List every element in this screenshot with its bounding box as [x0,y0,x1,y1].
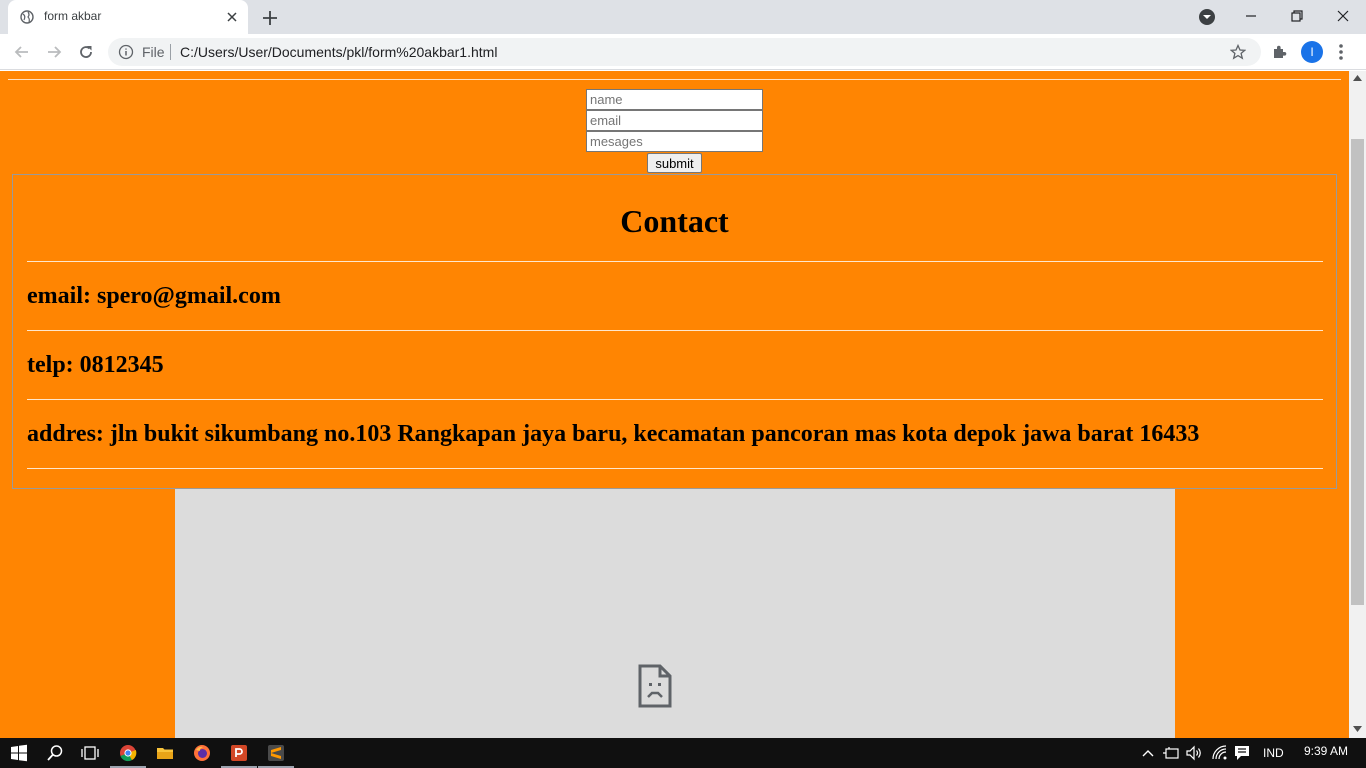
powerpoint-icon[interactable] [230,744,248,762]
message-input[interactable] [586,131,763,152]
restore-icon[interactable] [1287,6,1307,26]
horizontal-rule [27,330,1323,331]
new-tab-icon[interactable] [260,8,280,28]
vertical-scrollbar[interactable] [1349,71,1366,738]
embedded-frame-error [175,489,1175,738]
back-icon[interactable] [12,42,32,62]
contact-address: addres: jln bukit sikumbang no.103 Rangk… [27,421,1200,447]
chrome-icon[interactable] [119,744,137,762]
forward-icon[interactable] [44,42,64,62]
scrollbar-thumb[interactable] [1351,139,1364,605]
browser-menu-icon[interactable] [1336,42,1346,62]
tab-search-icon[interactable] [1198,8,1216,26]
profile-avatar[interactable]: I [1301,41,1323,63]
globe-icon [20,10,34,24]
scroll-down-arrow-icon[interactable] [1353,726,1362,732]
close-window-icon[interactable] [1333,6,1353,26]
tab-title: form akbar [44,9,102,23]
url-text[interactable]: C:/Users/User/Documents/pkl/form%20akbar… [180,44,497,60]
firefox-icon[interactable] [193,744,211,762]
close-tab-icon[interactable] [224,9,240,25]
email-input[interactable] [586,110,763,131]
browser-tab-strip: form akbar [0,0,1366,34]
horizontal-rule [27,468,1323,469]
address-bar[interactable]: File C:/Users/User/Documents/pkl/form%20… [108,38,1261,66]
page-viewport: submit Contact email: spero@gmail.com te… [0,71,1349,738]
address-separator [170,44,171,60]
horizontal-rule [8,79,1341,80]
contact-section: Contact email: spero@gmail.com telp: 081… [12,174,1337,489]
name-input[interactable] [586,89,763,110]
language-indicator[interactable]: IND [1263,746,1284,760]
volume-icon[interactable] [1185,744,1203,762]
contact-email: email: spero@gmail.com [27,283,281,309]
power-plug-icon[interactable] [1162,744,1180,762]
info-icon[interactable] [118,44,134,60]
wifi-icon[interactable] [1211,744,1229,762]
horizontal-rule [27,261,1323,262]
task-view-icon[interactable] [81,744,99,762]
address-scheme-label: File [142,44,165,60]
sad-page-icon [638,664,672,708]
windows-start-icon[interactable] [10,744,28,762]
notification-icon[interactable] [1233,744,1251,762]
contact-heading: Contact [620,203,729,239]
chevron-up-icon[interactable] [1139,744,1157,762]
file-explorer-icon[interactable] [156,744,174,762]
scroll-up-arrow-icon[interactable] [1353,75,1362,81]
reload-icon[interactable] [76,42,96,62]
bookmark-star-icon[interactable] [1230,44,1246,60]
browser-toolbar: File C:/Users/User/Documents/pkl/form%20… [0,34,1366,70]
browser-tab[interactable]: form akbar [8,0,248,34]
taskbar-clock[interactable]: 9:39 AM [1304,744,1348,758]
search-icon[interactable] [46,744,64,762]
horizontal-rule [27,399,1323,400]
minimize-icon[interactable] [1241,6,1261,26]
contact-phone: telp: 0812345 [27,352,164,378]
submit-button[interactable]: submit [647,153,702,173]
extensions-puzzle-icon[interactable] [1270,42,1290,62]
windows-taskbar: IND 9:39 AM [0,738,1366,768]
sublime-text-icon[interactable] [267,744,285,762]
